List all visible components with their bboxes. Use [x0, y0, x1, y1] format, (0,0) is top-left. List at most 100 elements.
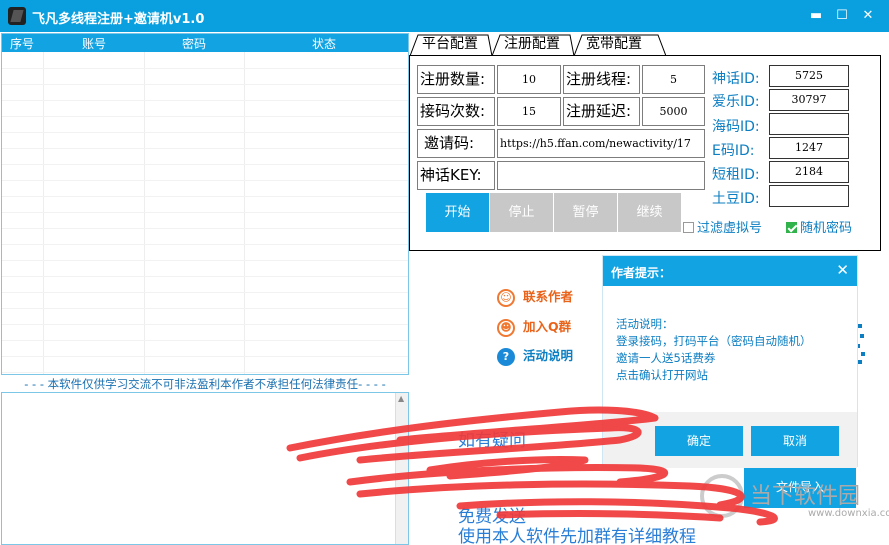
column-header-status[interactable]: 状态	[312, 35, 336, 52]
tab-register-config-label: 注册配置	[504, 36, 560, 52]
column-header-account[interactable]: 账号	[82, 35, 106, 52]
minimize-button[interactable]: ▬	[806, 6, 826, 26]
join-qq-group-label: 加入Q群	[523, 319, 572, 334]
tudou-id-label: 土豆ID:	[712, 191, 760, 207]
author-tip-dialog: 作者提示： ✕ 活动说明： 登录接码，打码平台（密码自动随机） 邀请一人送5话费…	[602, 255, 858, 468]
table-grid-line	[2, 340, 408, 341]
window-title: 飞凡多线程注册+邀请机v1.0	[32, 12, 205, 27]
dialog-line: 登录接码，打码平台（密码自动随机）	[616, 334, 812, 348]
pause-button[interactable]: 暂停	[554, 193, 617, 232]
shenhua-key-label: 神话KEY:	[417, 161, 495, 190]
checkbox-checked-icon	[786, 222, 797, 233]
watermark-logo-icon	[700, 474, 744, 518]
table-grid-line	[2, 180, 408, 181]
ema-id-input[interactable]: 1247	[769, 137, 849, 159]
dialog-line: 点击确认打开网站	[616, 368, 708, 382]
maximize-button[interactable]: ☐	[832, 6, 852, 26]
stop-button[interactable]: 停止	[490, 193, 553, 232]
shenhua-id-input[interactable]: 5725	[769, 65, 849, 87]
table-grid-line	[2, 308, 408, 309]
table-grid-line	[2, 84, 408, 85]
resume-button[interactable]: 继续	[618, 193, 681, 232]
close-button[interactable]: ✕	[858, 6, 878, 26]
tab-bandwidth-config[interactable]: 宽带配置	[574, 34, 666, 56]
dialog-footer: 确定 取消	[603, 412, 857, 468]
shenhua-key-input[interactable]	[497, 161, 705, 190]
join-qq-group-link[interactable]: ☻ 加入Q群	[497, 316, 571, 337]
filter-virtual-label: 过滤虚拟号	[697, 221, 763, 236]
haima-id-input[interactable]	[769, 113, 849, 135]
scroll-up-icon[interactable]: ▲	[398, 394, 404, 403]
random-password-checkbox[interactable]: 随机密码	[786, 217, 852, 236]
register-config-panel: 注册数量: 10 注册线程: 5 接码次数: 15 注册延迟: 5000 邀请码…	[409, 55, 881, 251]
dialog-line: 活动说明：	[616, 317, 674, 331]
log-scrollbar[interactable]: ▲	[395, 393, 408, 544]
dialog-close-icon[interactable]: ✕	[836, 261, 849, 279]
activity-info-label: 活动说明	[523, 348, 574, 363]
duanzu-id-label: 短租ID:	[712, 167, 760, 183]
table-grid-line	[2, 68, 408, 69]
dialog-header: 作者提示： ✕	[603, 256, 857, 286]
tab-platform-config-label: 平台配置	[422, 36, 478, 52]
tudou-id-input[interactable]	[769, 185, 849, 207]
shenhua-id-label: 神话ID:	[712, 71, 760, 87]
table-grid-line	[2, 292, 408, 293]
invite-code-input[interactable]: https://h5.ffan.com/newactivity/17	[497, 129, 705, 158]
contact-author-label: 联系作者	[523, 289, 574, 304]
table-grid-line	[2, 372, 408, 373]
aile-id-label: 爱乐ID:	[712, 94, 760, 110]
app-logo-icon	[8, 7, 26, 25]
activity-info-link[interactable]: ? 活动说明	[497, 345, 573, 366]
reg-count-label: 注册数量:	[417, 65, 495, 94]
reg-count-input[interactable]: 10	[497, 65, 561, 94]
tab-register-config[interactable]: 注册配置	[492, 34, 574, 56]
dialog-line: 邀请一人送5话费券	[616, 351, 716, 365]
background-text-line: 使用本人软件先加群有详细教程	[458, 527, 696, 545]
dialog-body: 活动说明： 登录接码，打码平台（密码自动随机） 邀请一人送5话费券 点击确认打开…	[616, 316, 851, 384]
code-attempts-input[interactable]: 15	[497, 97, 561, 126]
reg-threads-input[interactable]: 5	[642, 65, 705, 94]
start-button[interactable]: 开始	[426, 193, 489, 232]
table-grid-line	[2, 260, 408, 261]
account-table[interactable]: 序号 账号 密码 状态	[1, 33, 409, 375]
background-text-line: 如有疑问	[458, 431, 526, 451]
table-grid-line	[2, 164, 408, 165]
disclaimer-text: - - - 本软件仅供学习交流不可非法盈利本作者不承担任何法律责任- - - -	[24, 377, 386, 391]
table-grid-line	[2, 212, 408, 213]
checkbox-unchecked-icon	[683, 222, 694, 233]
table-grid-line	[2, 228, 408, 229]
table-grid-line	[2, 356, 408, 357]
table-grid-line	[2, 276, 408, 277]
question-icon: ?	[497, 347, 515, 366]
table-grid-line	[2, 132, 408, 133]
table-grid-line	[2, 244, 408, 245]
table-grid-line	[2, 100, 408, 101]
contact-author-link[interactable]: ☺ 联系作者	[497, 286, 573, 307]
aile-id-input[interactable]: 30797	[769, 89, 849, 111]
haima-id-label: 海码ID:	[712, 119, 760, 135]
table-grid-line	[2, 148, 408, 149]
reg-delay-input[interactable]: 5000	[642, 97, 705, 126]
table-header: 序号 账号 密码 状态	[2, 34, 408, 52]
reg-delay-label: 注册延迟:	[563, 97, 640, 126]
tab-bandwidth-config-label: 宽带配置	[586, 36, 642, 52]
reg-threads-label: 注册线程:	[563, 65, 640, 94]
log-textarea[interactable]: ▲	[1, 392, 409, 545]
code-attempts-label: 接码次数:	[417, 97, 495, 126]
title-bar: 飞凡多线程注册+邀请机v1.0 ▬ ☐ ✕	[0, 0, 889, 32]
watermark-url: www.downxia.com	[808, 508, 889, 519]
dialog-cancel-button[interactable]: 取消	[751, 426, 839, 456]
invite-code-label: 邀请码:	[417, 129, 495, 158]
dialog-ok-button[interactable]: 确定	[655, 426, 743, 456]
dialog-title: 作者提示：	[611, 266, 672, 280]
tab-platform-config[interactable]: 平台配置	[410, 34, 492, 56]
column-header-index[interactable]: 序号	[10, 35, 34, 52]
random-password-label: 随机密码	[800, 221, 853, 236]
filter-virtual-checkbox[interactable]: 过滤虚拟号	[683, 217, 762, 236]
duanzu-id-input[interactable]: 2184	[769, 161, 849, 183]
table-grid-line	[2, 196, 408, 197]
watermark-text: 当下软件园	[750, 484, 861, 509]
table-grid-line	[2, 324, 408, 325]
column-header-password[interactable]: 密码	[182, 35, 206, 52]
qq-penguin-icon: ☺	[497, 288, 515, 307]
